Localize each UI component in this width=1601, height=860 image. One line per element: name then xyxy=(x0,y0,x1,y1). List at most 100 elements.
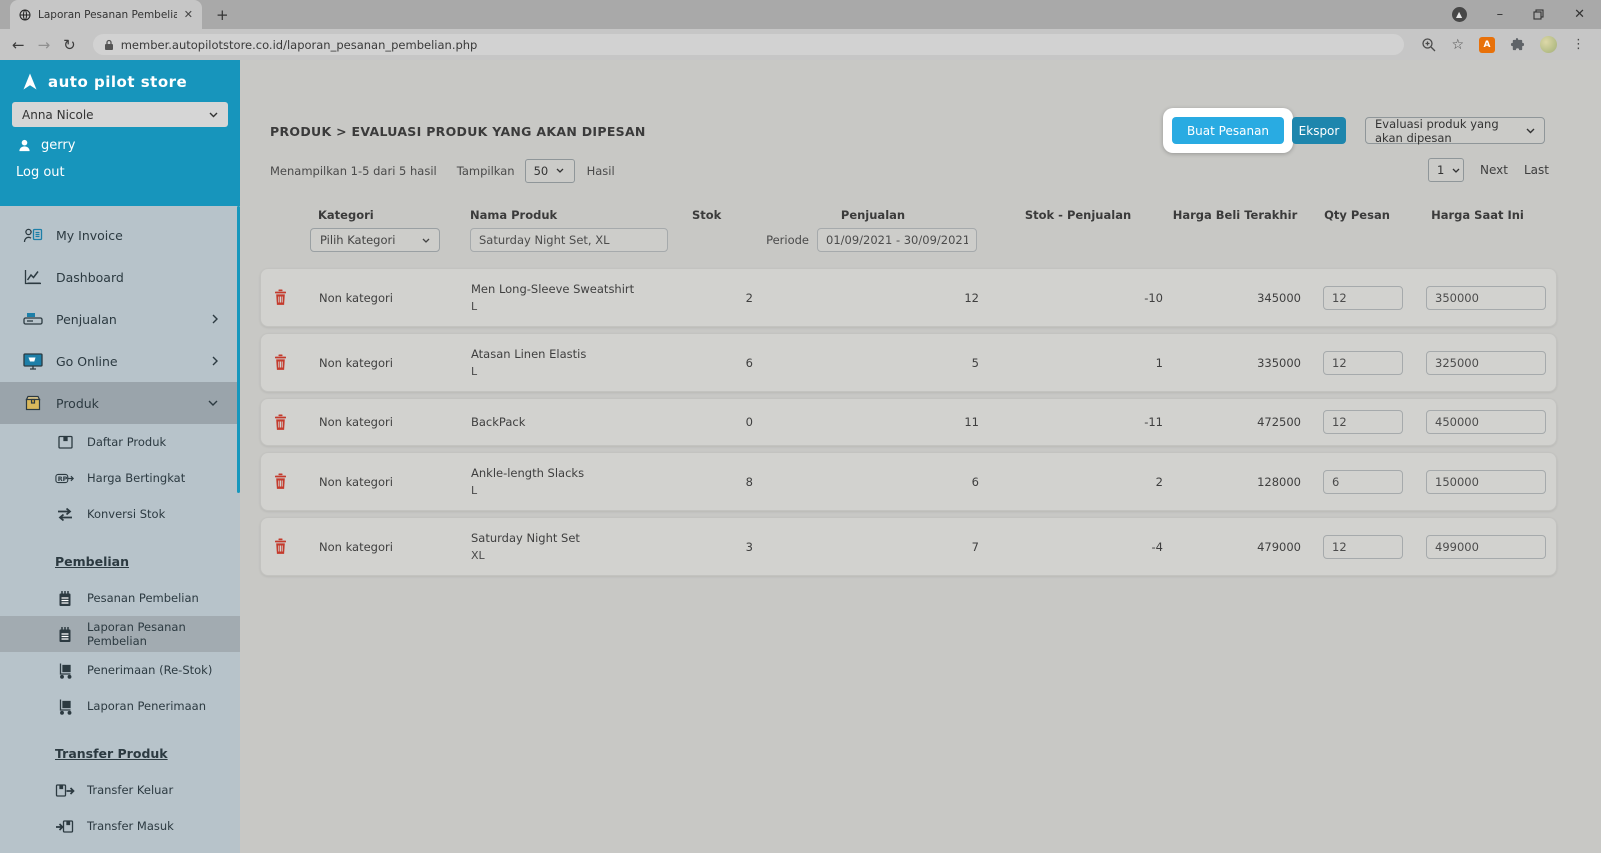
new-tab-button[interactable]: + xyxy=(216,6,229,24)
next-page-link[interactable]: Next xyxy=(1480,163,1508,177)
invoice-icon xyxy=(22,226,44,244)
browser-menu-icon[interactable]: ⋮ xyxy=(1572,37,1585,52)
logout-link[interactable]: Log out xyxy=(12,165,228,180)
delete-row-button[interactable] xyxy=(273,354,311,371)
kategori-filter-value: Pilih Kategori xyxy=(320,233,396,247)
sidebar-item-laporan-pesanan-pembelian[interactable]: Laporan Pesanan Pembelian xyxy=(0,616,240,652)
page-size-select[interactable]: 50 xyxy=(524,158,575,183)
price-tag-icon: RP xyxy=(55,471,75,486)
delete-row-button[interactable] xyxy=(273,414,311,431)
address-bar[interactable]: member.autopilotstore.co.id/laporan_pesa… xyxy=(92,34,1405,55)
refresh-icon[interactable]: ↻ xyxy=(63,36,76,54)
row-penjualan: 11 xyxy=(964,415,979,429)
col-header-stok: Stok xyxy=(692,208,722,222)
harga-saat-ini-input[interactable] xyxy=(1426,350,1546,375)
delete-row-button[interactable] xyxy=(273,538,311,555)
qty-pesan-input[interactable] xyxy=(1323,469,1403,494)
toolbar-icons: ☆ A ⋮ xyxy=(1421,36,1589,53)
product-name: Ankle-length Slacks xyxy=(471,466,585,480)
brand-logo-icon xyxy=(20,72,40,92)
row-penjualan: 7 xyxy=(971,539,979,554)
results-summary: Menampilkan 1-5 dari 5 hasil Tampilkan 5… xyxy=(270,158,615,183)
buat-pesanan-button[interactable]: Buat Pesanan xyxy=(1172,117,1284,144)
close-tab-icon[interactable]: ✕ xyxy=(184,8,193,21)
sidebar-item-dashboard[interactable]: Dashboard xyxy=(0,256,240,298)
last-page-link[interactable]: Last xyxy=(1524,163,1549,177)
sidebar-item-produk[interactable]: Produk xyxy=(0,382,240,424)
restore-icon[interactable] xyxy=(1533,9,1544,20)
sidebar-item-daftar-produk[interactable]: Daftar Produk xyxy=(0,424,240,460)
sidebar-menu: My Invoice Dashboard Penjualan Go Online… xyxy=(0,206,240,844)
close-window-icon[interactable]: ✕ xyxy=(1574,7,1585,22)
back-icon[interactable]: ← xyxy=(12,36,25,54)
product-variant: XL xyxy=(471,549,485,562)
window-controls: ▲ – ✕ xyxy=(1451,0,1601,29)
globe-favicon-icon xyxy=(19,9,31,21)
harga-saat-ini-input[interactable] xyxy=(1426,285,1546,310)
qty-pesan-input[interactable] xyxy=(1323,350,1403,375)
nama-produk-filter-input[interactable] xyxy=(470,228,668,252)
profile-avatar[interactable] xyxy=(1540,36,1557,53)
row-stok: 8 xyxy=(745,474,753,489)
sidebar-item-laporan-penerimaan[interactable]: Laporan Penerimaan xyxy=(0,688,240,724)
breadcrumb: PRODUK > EVALUASI PRODUK YANG AKAN DIPES… xyxy=(270,124,646,139)
sidebar-item-go-online[interactable]: Go Online xyxy=(0,340,240,382)
forward-icon[interactable]: → xyxy=(38,36,51,54)
sidebar-item-label: Produk xyxy=(56,395,99,411)
harga-saat-ini-input[interactable] xyxy=(1426,534,1546,559)
kategori-filter-select[interactable]: Pilih Kategori xyxy=(310,228,440,252)
ekspor-button[interactable]: Ekspor xyxy=(1292,117,1346,144)
sidebar-item-label: Pesanan Pembelian xyxy=(87,591,199,605)
harga-saat-ini-input[interactable] xyxy=(1426,469,1546,494)
tab-strip: Laporan Pesanan Pembelian ✕ + ▲ – ✕ xyxy=(0,0,1601,29)
sidebar-item-transfer-masuk[interactable]: Transfer Masuk xyxy=(0,808,240,844)
sidebar-item-my-invoice[interactable]: My Invoice xyxy=(0,214,240,256)
sidebar-item-label: Konversi Stok xyxy=(87,507,166,521)
harga-saat-ini-input[interactable] xyxy=(1426,410,1546,434)
report-view-select[interactable]: Evaluasi produk yang akan dipesan xyxy=(1365,116,1545,145)
row-penjualan: 12 xyxy=(964,290,979,305)
row-harga-beli: 128000 xyxy=(1257,474,1301,489)
col-header-stok-penjualan: Stok - Penjualan xyxy=(1024,208,1132,222)
sidebar-item-penjualan[interactable]: Penjualan xyxy=(0,298,240,340)
sidebar-item-harga-bertingkat[interactable]: RP Harga Bertingkat xyxy=(0,460,240,496)
col-header-harga-saat-ini: Harga Saat Ini xyxy=(1431,208,1524,222)
chevron-down-icon xyxy=(209,112,218,118)
col-header-harga-beli: Harga Beli Terakhir xyxy=(1172,208,1298,222)
cash-register-icon xyxy=(22,310,44,328)
qty-pesan-input[interactable] xyxy=(1323,410,1403,434)
browser-tab[interactable]: Laporan Pesanan Pembelian ✕ xyxy=(10,0,202,29)
store-account-select[interactable]: Anna Nicole xyxy=(12,102,228,127)
sidebar-item-penerimaan-restok[interactable]: Penerimaan (Re-Stok) xyxy=(0,652,240,688)
row-stok: 2 xyxy=(745,290,753,305)
delete-row-button[interactable] xyxy=(273,289,311,306)
sidebar-item-konversi-stok[interactable]: Konversi Stok xyxy=(0,496,240,532)
page-number-select[interactable]: 1 xyxy=(1428,158,1464,182)
box-outline-icon xyxy=(55,434,75,450)
sidebar-section-transfer-produk: Transfer Produk xyxy=(55,746,168,761)
shopping-extension-icon[interactable]: A xyxy=(1479,36,1495,53)
sidebar-item-pesanan-pembelian[interactable]: Pesanan Pembelian xyxy=(0,580,240,616)
qty-pesan-input[interactable] xyxy=(1323,285,1403,310)
row-stok: 0 xyxy=(745,415,753,429)
delete-row-button[interactable] xyxy=(273,473,311,490)
periode-label: Periode xyxy=(766,233,809,247)
sidebar-item-transfer-keluar[interactable]: Transfer Keluar xyxy=(0,772,240,808)
zoom-icon[interactable] xyxy=(1421,37,1436,52)
hand-truck-icon xyxy=(55,698,75,715)
qty-pesan-input[interactable] xyxy=(1323,534,1403,559)
username: gerry xyxy=(41,138,76,153)
table-row: Non kategori BackPack 0 11 -11 472500 xyxy=(260,398,1557,446)
col-header-nama-produk: Nama Produk xyxy=(470,208,558,222)
report-view-value: Evaluasi produk yang akan dipesan xyxy=(1375,116,1499,145)
minimize-icon[interactable]: – xyxy=(1497,7,1504,22)
col-header-qty-pesan: Qty Pesan xyxy=(1324,208,1390,222)
notepad-icon xyxy=(55,626,75,643)
extensions-puzzle-icon[interactable] xyxy=(1510,37,1525,52)
store-account-value: Anna Nicole xyxy=(22,107,94,122)
row-kategori: Non kategori xyxy=(319,415,393,429)
periode-filter-input[interactable] xyxy=(817,228,977,252)
bookmark-star-icon[interactable]: ☆ xyxy=(1451,37,1464,53)
browser-update-icon[interactable]: ▲ xyxy=(1451,7,1467,22)
row-harga-beli: 335000 xyxy=(1257,355,1301,370)
